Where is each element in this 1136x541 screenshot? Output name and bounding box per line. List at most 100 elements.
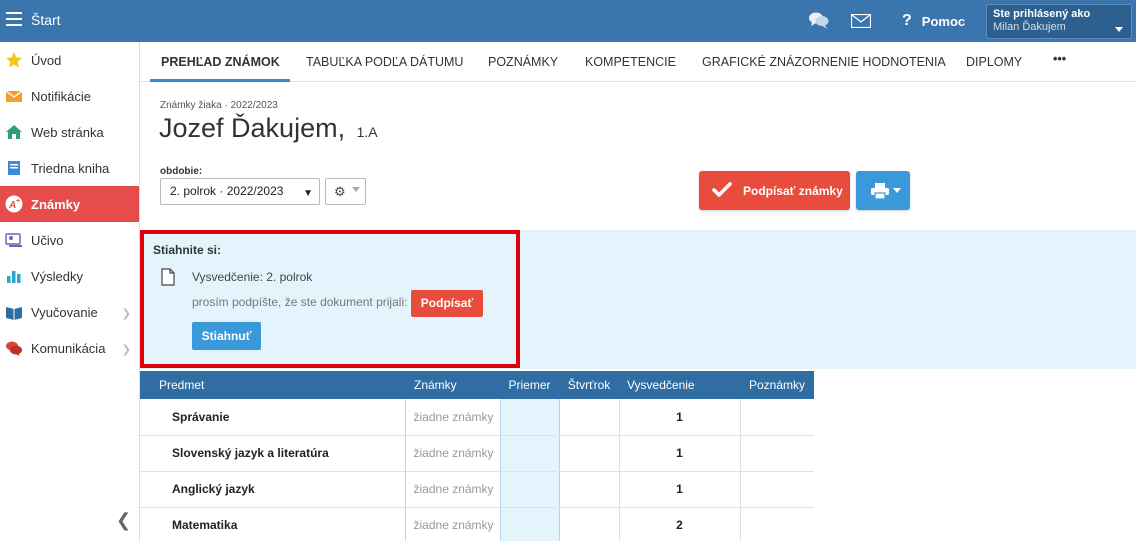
mail-icon bbox=[5, 90, 23, 102]
curriculum-icon bbox=[5, 233, 22, 247]
grades-icon: A + bbox=[5, 195, 23, 213]
user-name: Milan Ďakujem bbox=[993, 21, 1066, 33]
table-header-row: Predmet Známky Priemer Štvrťrok Vysvedče… bbox=[140, 371, 814, 399]
sidebar-item-ucivo[interactable]: Učivo bbox=[0, 222, 139, 258]
student-name: Jozef Ďakujem, bbox=[159, 113, 346, 143]
user-menu[interactable]: Ste prihlásený ako Milan Ďakujem bbox=[986, 4, 1132, 39]
sidebar-item-vyucovanie[interactable]: Vyučovanie ❯ bbox=[0, 294, 139, 330]
caret-down-icon bbox=[352, 187, 360, 192]
sidebar-item-label: Web stránka bbox=[31, 124, 104, 140]
svg-text:+: + bbox=[16, 198, 20, 205]
settings-dropdown-button[interactable]: ⚙ bbox=[325, 178, 366, 205]
period-label: obdobie: bbox=[160, 166, 203, 177]
sidebar-item-label: Notifikácie bbox=[31, 88, 91, 104]
table-row: Slovenský jazyk a literatúra žiadne znám… bbox=[140, 435, 814, 472]
column-header-predmet[interactable]: Predmet bbox=[140, 371, 405, 399]
final-grade-cell: 1 bbox=[619, 435, 741, 472]
table-row: Anglický jazyk žiadne známky 1 bbox=[140, 471, 814, 508]
sign-grades-label: Podpísať známky bbox=[743, 183, 843, 198]
download-button[interactable]: Stiahnuť bbox=[192, 322, 261, 350]
help-link[interactable]: ? Pomoc bbox=[902, 12, 965, 30]
sidebar-item-notifikacie[interactable]: Notifikácie bbox=[0, 78, 139, 114]
subject-cell[interactable]: Anglický jazyk bbox=[140, 471, 405, 508]
document-name[interactable]: Vysvedčenie: 2. polrok bbox=[192, 270, 312, 284]
envelope-icon[interactable] bbox=[851, 14, 871, 28]
sidebar-item-label: Známky bbox=[31, 196, 81, 212]
chevron-right-icon: ❯ bbox=[121, 344, 131, 356]
column-header-znamky[interactable]: Známky bbox=[405, 371, 500, 399]
sidebar-item-label: Úvod bbox=[31, 52, 62, 68]
subject-cell[interactable]: Slovenský jazyk a literatúra bbox=[140, 435, 405, 472]
subject-cell[interactable]: Správanie bbox=[140, 399, 405, 436]
sidebar-item-triedna-kniha[interactable]: Triedna kniha bbox=[0, 150, 139, 186]
final-grade-cell: 1 bbox=[619, 399, 741, 436]
open-book-icon bbox=[6, 307, 22, 320]
user-label: Ste prihlásený ako bbox=[993, 8, 1091, 20]
quarter-cell bbox=[559, 399, 620, 436]
average-cell bbox=[499, 399, 560, 436]
notes-cell bbox=[740, 471, 814, 508]
tab-diplomy[interactable]: DIPLOMY bbox=[966, 55, 1022, 69]
chevron-right-icon: ❯ bbox=[121, 308, 131, 320]
sidebar-item-znamky[interactable]: A + Známky bbox=[0, 186, 139, 222]
tab-kompetencie[interactable]: KOMPETENCIE bbox=[585, 55, 676, 69]
quarter-cell bbox=[559, 435, 620, 472]
average-cell bbox=[499, 471, 560, 508]
sidebar-item-web-stranka[interactable]: Web stránka bbox=[0, 114, 139, 150]
sidebar-item-uvod[interactable]: Úvod bbox=[0, 42, 139, 78]
help-label: Pomoc bbox=[921, 13, 966, 29]
notes-cell bbox=[740, 399, 814, 436]
home-icon bbox=[6, 125, 22, 139]
book-icon bbox=[8, 161, 20, 175]
question-mark-icon: ? bbox=[902, 12, 912, 29]
caret-down-icon bbox=[893, 188, 901, 193]
marks-cell: žiadne známky bbox=[404, 435, 500, 472]
tab-more[interactable]: ••• bbox=[1053, 52, 1066, 66]
sidebar-item-vysledky[interactable]: Výsledky bbox=[0, 258, 139, 294]
sidebar-item-label: Komunikácia bbox=[31, 340, 106, 356]
marks-cell: žiadne známky bbox=[404, 471, 500, 508]
sign-grades-button[interactable]: Podpísať známky bbox=[699, 171, 850, 210]
final-grade-cell: 2 bbox=[619, 507, 741, 541]
hamburger-menu-icon[interactable] bbox=[6, 12, 22, 26]
subject-cell[interactable]: Matematika bbox=[140, 507, 405, 541]
active-tab-indicator bbox=[150, 79, 290, 82]
tab-graficke-znazornenie[interactable]: GRAFICKÉ ZNÁZORNENIE HODNOTENIA bbox=[702, 55, 946, 69]
chart-icon bbox=[7, 271, 21, 283]
column-header-poznamky[interactable]: Poznámky bbox=[740, 371, 814, 399]
period-select[interactable]: 2. polrok · 2022/2023 ▼ bbox=[160, 178, 320, 205]
sidebar-item-label: Učivo bbox=[31, 232, 64, 248]
page-title: Jozef Ďakujem, 1.A bbox=[159, 113, 378, 144]
star-icon bbox=[6, 52, 22, 68]
quarter-cell bbox=[559, 507, 620, 541]
download-title: Stiahnite si: bbox=[153, 243, 222, 257]
quarter-cell bbox=[559, 471, 620, 508]
page-subtitle: Známky žiaka · 2022/2023 bbox=[160, 100, 278, 111]
app-title[interactable]: Štart bbox=[31, 12, 61, 28]
grades-table: Predmet Známky Priemer Štvrťrok Vysvedče… bbox=[140, 371, 814, 541]
tab-prehlad-znamok[interactable]: PREHĽAD ZNÁMOK bbox=[161, 55, 280, 69]
chevron-down-icon: ▼ bbox=[303, 188, 313, 199]
printer-icon bbox=[871, 183, 889, 200]
average-cell bbox=[499, 507, 560, 541]
column-header-vysvedcenie[interactable]: Vysvedčenie bbox=[619, 371, 740, 399]
final-grade-cell: 1 bbox=[619, 471, 741, 508]
chevron-down-icon bbox=[1115, 27, 1123, 32]
column-header-priemer[interactable]: Priemer bbox=[500, 371, 559, 399]
print-button[interactable] bbox=[856, 171, 910, 210]
sidebar-item-komunikacia[interactable]: Komunikácia ❯ bbox=[0, 330, 139, 366]
tab-tabulka-podla-datumu[interactable]: TABUĽKA PODĽA DÁTUMU bbox=[306, 55, 463, 69]
sidebar-item-label: Vyučovanie bbox=[31, 304, 98, 320]
tab-poznamky[interactable]: POZNÁMKY bbox=[488, 55, 558, 69]
marks-cell: žiadne známky bbox=[404, 399, 500, 436]
sidebar-item-label: Výsledky bbox=[31, 268, 84, 284]
sign-note: prosím podpíšte, že ste dokument prijali… bbox=[192, 295, 408, 309]
collapse-sidebar-icon[interactable]: ❮ bbox=[116, 510, 131, 531]
document-icon bbox=[161, 268, 175, 286]
column-header-stvrtrok[interactable]: Štvrťrok bbox=[559, 371, 619, 399]
notes-cell bbox=[740, 435, 814, 472]
chat-bubbles-icon[interactable] bbox=[808, 10, 830, 30]
sign-document-button[interactable]: Podpísať bbox=[411, 290, 483, 317]
marks-cell: žiadne známky bbox=[404, 507, 500, 541]
notes-cell bbox=[740, 507, 814, 541]
